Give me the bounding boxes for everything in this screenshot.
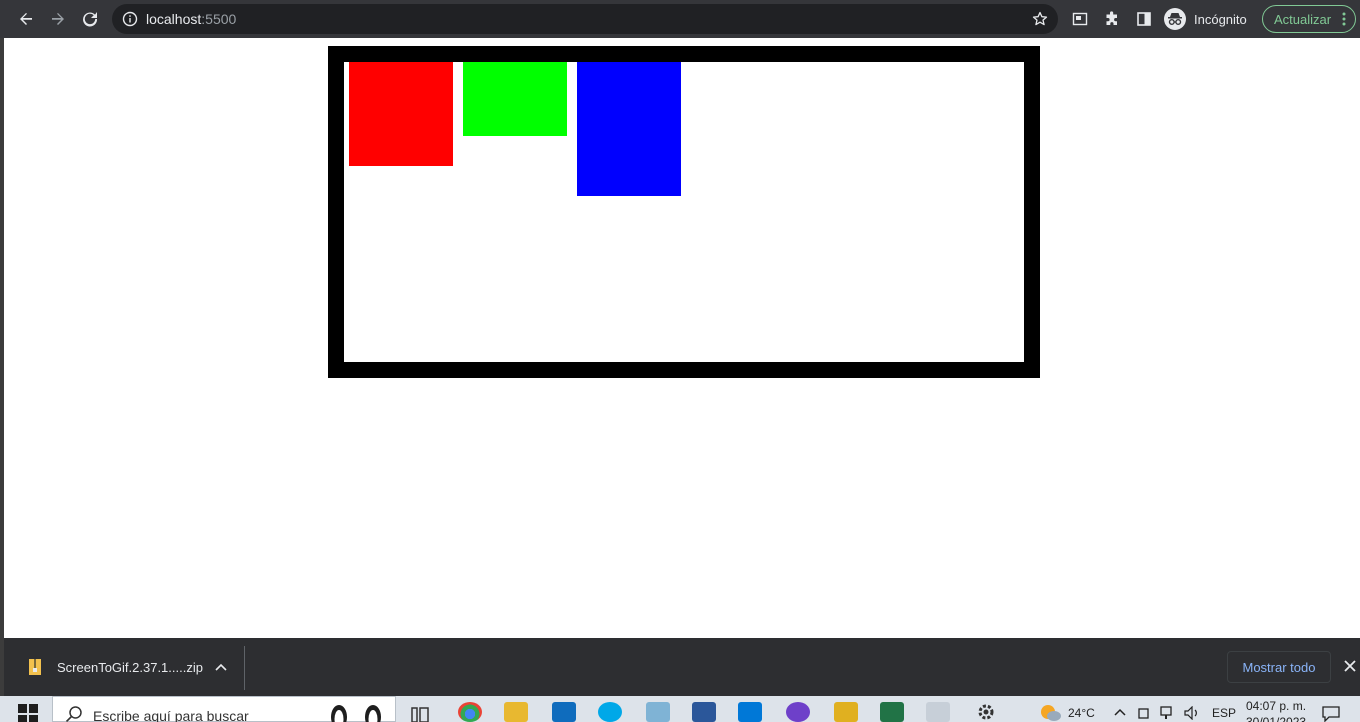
github-icon[interactable] (786, 702, 810, 722)
address-bar[interactable]: localhost:5500 (112, 4, 1058, 34)
network-icon[interactable] (1160, 706, 1176, 720)
update-button[interactable]: Actualizar (1262, 5, 1356, 33)
app-icon[interactable] (646, 702, 670, 722)
temperature: 24°C (1068, 706, 1095, 720)
weather-icon[interactable] (1038, 702, 1062, 722)
windows-start-icon[interactable] (18, 704, 38, 722)
media-router-icon (1072, 12, 1088, 26)
url-host: localhost (146, 11, 202, 27)
outlook-icon[interactable] (552, 702, 576, 722)
screen: localhost:5500 Incógnito Actualizar Scre… (0, 0, 1360, 722)
download-options-button[interactable] (212, 658, 230, 676)
chevron-up-icon[interactable] (1114, 708, 1126, 716)
file-explorer-icon[interactable] (504, 702, 528, 722)
pdf-app-icon[interactable] (834, 702, 858, 722)
download-item[interactable]: ScreenToGif.2.37.1.....zip (28, 658, 203, 676)
side-panel-button[interactable] (1130, 5, 1158, 33)
notifications-icon[interactable] (1322, 706, 1340, 722)
volume-icon[interactable] (1184, 706, 1200, 720)
search-placeholder: Escribe aquí para buscar (93, 708, 249, 722)
back-button[interactable] (12, 5, 40, 33)
green-block (463, 62, 567, 136)
word-icon[interactable] (692, 702, 716, 722)
bordered-container (328, 46, 1040, 378)
incognito-icon (1164, 8, 1186, 30)
vscode-icon[interactable] (738, 702, 762, 722)
download-file-name: ScreenToGif.2.37.1.....zip (57, 659, 203, 675)
clock-time: 04:07 p. m. (1246, 699, 1307, 713)
clock[interactable]: 04:07 p. m. 30/01/2023 (1246, 698, 1306, 722)
chrome-app-icon[interactable] (458, 702, 482, 722)
url-port: :5500 (201, 11, 237, 27)
media-router-button[interactable] (1066, 5, 1094, 33)
side-panel-icon (1137, 12, 1151, 26)
taskbar-search[interactable]: Escribe aquí para buscar (52, 696, 396, 722)
search-icon (65, 706, 82, 722)
back-icon (20, 13, 32, 25)
task-view-icon[interactable] (410, 704, 430, 722)
download-divider (244, 646, 245, 690)
penguin-icon (331, 705, 381, 722)
reload-button[interactable] (76, 5, 104, 33)
taskbar: Escribe aquí para buscar 24°C ESP 04:07 … (0, 696, 1360, 722)
settings-icon[interactable] (976, 702, 996, 722)
incognito-label: Incógnito (1194, 11, 1247, 27)
browser-toolbar: localhost:5500 Incógnito Actualizar (0, 0, 1360, 38)
info-icon[interactable] (122, 11, 138, 27)
meet-now-icon[interactable] (1138, 706, 1152, 720)
download-bar: ScreenToGif.2.37.1.....zip Mostrar todo (0, 638, 1360, 696)
more-vert-icon (1342, 12, 1346, 26)
clock-date: 30/01/2023 (1246, 715, 1307, 722)
excel-icon[interactable] (880, 702, 904, 722)
chevron-up-icon (215, 663, 227, 671)
red-block (349, 62, 453, 166)
forward-icon (52, 13, 64, 25)
update-label: Actualizar (1274, 11, 1332, 27)
skype-icon[interactable] (598, 702, 622, 722)
screen-capture-icon[interactable] (926, 702, 950, 722)
extensions-icon (1106, 11, 1117, 25)
blue-block (577, 62, 681, 196)
incognito-indicator[interactable]: Incógnito (1164, 6, 1247, 32)
extensions-button[interactable] (1098, 5, 1126, 33)
language-indicator[interactable]: ESP (1212, 706, 1236, 720)
show-all-button[interactable]: Mostrar todo (1227, 651, 1331, 683)
url-text: localhost:5500 (146, 11, 236, 27)
close-icon[interactable] (1342, 658, 1358, 674)
reload-icon (83, 12, 98, 27)
star-icon[interactable] (1032, 11, 1048, 27)
forward-button[interactable] (44, 5, 72, 33)
zip-file-icon (29, 659, 41, 675)
